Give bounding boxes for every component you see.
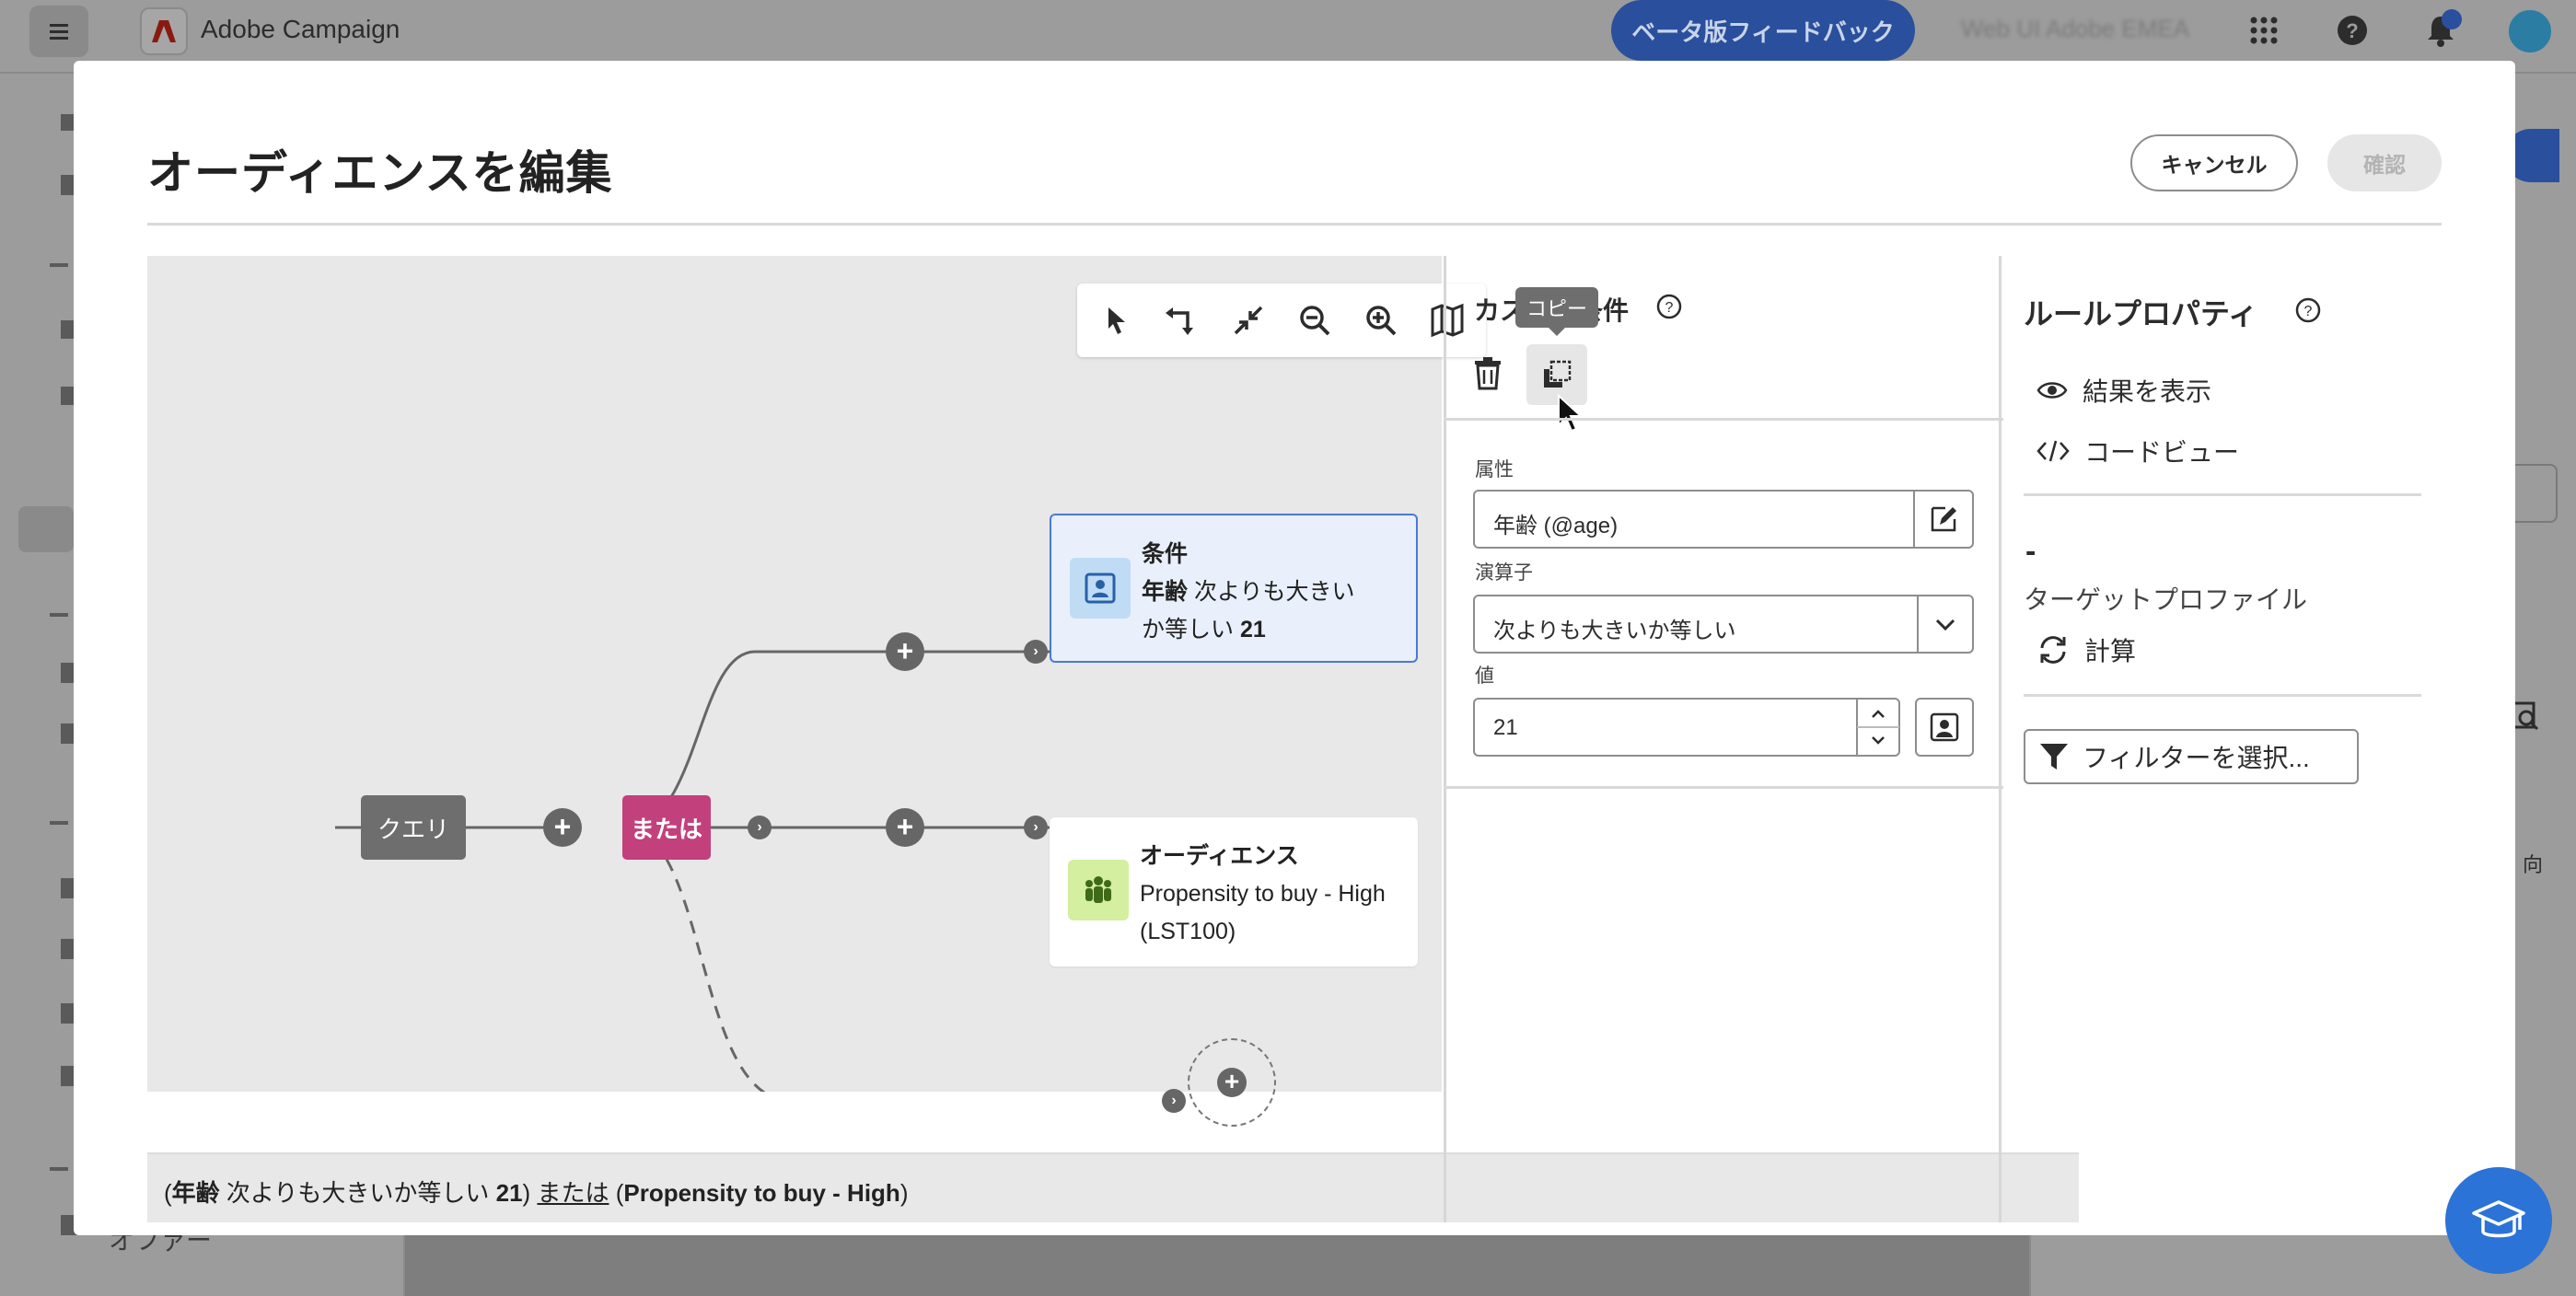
condition-operator: 次よりも大きい [1193, 579, 1355, 605]
mouse-cursor-icon [1558, 394, 1584, 433]
svg-text:?: ? [2304, 304, 2313, 319]
confirm-button[interactable]: 確認 [2327, 134, 2442, 191]
filter-icon [2040, 744, 2068, 770]
summary-paren: ( [164, 1179, 172, 1207]
attribute-field[interactable]: 年齢 (@age) [1473, 490, 1915, 549]
panel-divider [2024, 694, 2421, 697]
profile-icon [1070, 558, 1131, 619]
code-icon [2036, 440, 2070, 462]
attribute-label: 属性 [1475, 459, 1514, 480]
trash-icon[interactable] [1471, 355, 1504, 390]
hamburger-menu-button[interactable] [29, 6, 88, 57]
operator-select[interactable]: 次よりも大きいか等しい [1473, 595, 1919, 654]
chevron-right-icon: › [748, 816, 772, 839]
audience-id: (LST100) [1140, 919, 1236, 944]
copy-tooltip: コピー [1515, 287, 1598, 336]
help-circle-icon[interactable]: ? [1655, 293, 1683, 320]
panel-divider [1444, 786, 2003, 789]
edit-icon [1931, 506, 1956, 532]
notification-badge [2442, 9, 2462, 29]
plus-icon: + [1217, 1068, 1247, 1097]
value-profile-picker-button[interactable] [1915, 698, 1974, 757]
target-profile-label: ターゲットプロファイル [2024, 585, 2308, 614]
beta-feedback-button[interactable]: ベータ版フィードバック [1611, 0, 1915, 61]
background-fragment-text: 向 [2523, 853, 2544, 876]
main-footer-bg [405, 1233, 2035, 1296]
add-branch-icon[interactable]: + [886, 632, 924, 671]
condition-attribute: 年齢 [1142, 579, 1189, 605]
value-stepper[interactable] [1856, 698, 1900, 757]
help-circle-icon[interactable]: ? [2294, 296, 2322, 324]
stepper-down-icon[interactable] [1869, 734, 1887, 746]
summary-audience: Propensity to buy - High [623, 1179, 900, 1207]
condition-operator-cont: か等しい [1142, 617, 1235, 642]
panel-divider [2024, 493, 2421, 496]
profile-count: - [2025, 534, 2036, 569]
select-filter-button[interactable]: フィルターを選択... [2024, 729, 2359, 784]
rule-builder-canvas[interactable]: クエリ + › または + › + › › 条件 年齢 次よりも大きい か等しい… [147, 256, 1486, 1127]
chevron-right-icon: › [1162, 1089, 1186, 1113]
value-input[interactable]: 21 [1473, 698, 1858, 757]
audience-name: Propensity to buy - High [1140, 881, 1386, 907]
summary-value: 21 [495, 1179, 523, 1207]
org-name[interactable]: Web UI Adobe EMEA [1961, 15, 2189, 43]
app-name: Adobe Campaign [201, 15, 400, 43]
copy-icon [1544, 360, 1572, 388]
code-view-button[interactable]: コードビュー [2036, 433, 2239, 469]
audience-card-title: オーディエンス [1140, 843, 1299, 869]
apps-grid-icon[interactable] [2246, 13, 2281, 48]
audience-icon [1068, 860, 1129, 920]
add-after-query-icon[interactable]: + [543, 808, 582, 847]
svg-text:?: ? [2346, 19, 2358, 42]
summary-operator: 次よりも大きいか等しい [219, 1179, 496, 1207]
help-icon[interactable]: ? [2335, 13, 2370, 48]
condition-card[interactable]: 条件 年齢 次よりも大きい か等しい 21 [1050, 514, 1418, 663]
summary-paren: ) [899, 1179, 909, 1207]
header-divider [147, 223, 2442, 226]
user-avatar[interactable] [2506, 7, 2554, 55]
or-node[interactable]: または [622, 795, 711, 860]
condition-card-title: 条件 [1142, 541, 1189, 567]
summary-attribute: 年齢 [171, 1179, 220, 1207]
calculate-label: 計算 [2084, 637, 2137, 665]
query-node[interactable]: クエリ [361, 795, 466, 860]
edit-attribute-button[interactable] [1913, 490, 1974, 549]
condition-value: 21 [1239, 617, 1266, 642]
value-label: 値 [1475, 665, 1494, 687]
refresh-icon [2040, 636, 2066, 664]
rule-properties-title: ルールプロパティ [2024, 297, 2258, 330]
summary-or-link[interactable]: または [537, 1179, 609, 1207]
svg-text:?: ? [1665, 300, 1674, 316]
operator-dropdown-button[interactable] [1917, 595, 1974, 654]
operator-label: 演算子 [1475, 562, 1533, 584]
eye-icon [2036, 382, 2068, 399]
stepper-up-icon[interactable] [1869, 708, 1887, 721]
graduation-cap-icon [2472, 1200, 2525, 1238]
cancel-button[interactable]: キャンセル [2130, 134, 2298, 191]
add-node-button[interactable]: + [1188, 1038, 1276, 1127]
add-branch-icon[interactable]: + [886, 808, 924, 847]
menu-icon [50, 24, 68, 40]
show-results-label: 結果を表示 [2083, 377, 2212, 406]
learn-button[interactable] [2445, 1167, 2552, 1274]
summary-paren: ) [522, 1179, 538, 1207]
code-view-label: コードビュー [2084, 438, 2240, 467]
chevron-right-icon: › [1024, 640, 1048, 664]
modal-title: オーディエンスを編集 [147, 147, 613, 199]
summary-space [609, 1179, 615, 1207]
calculate-button[interactable]: 計算 [2036, 631, 2136, 668]
audience-card[interactable]: オーディエンス Propensity to buy - High (LST100… [1050, 817, 1418, 966]
select-filter-label: フィルターを選択... [2083, 744, 2310, 772]
chevron-right-icon: › [1024, 816, 1048, 839]
adobe-logo-icon [140, 7, 188, 55]
panel-divider [1444, 418, 2003, 421]
show-results-button[interactable]: 結果を表示 [2036, 372, 2211, 409]
profile-icon [1930, 712, 1959, 742]
chevron-down-icon [1935, 619, 1955, 631]
edit-audience-modal: オーディエンスを編集 キャンセル 確認 クエリ + › または + › + › … [74, 61, 2515, 1235]
